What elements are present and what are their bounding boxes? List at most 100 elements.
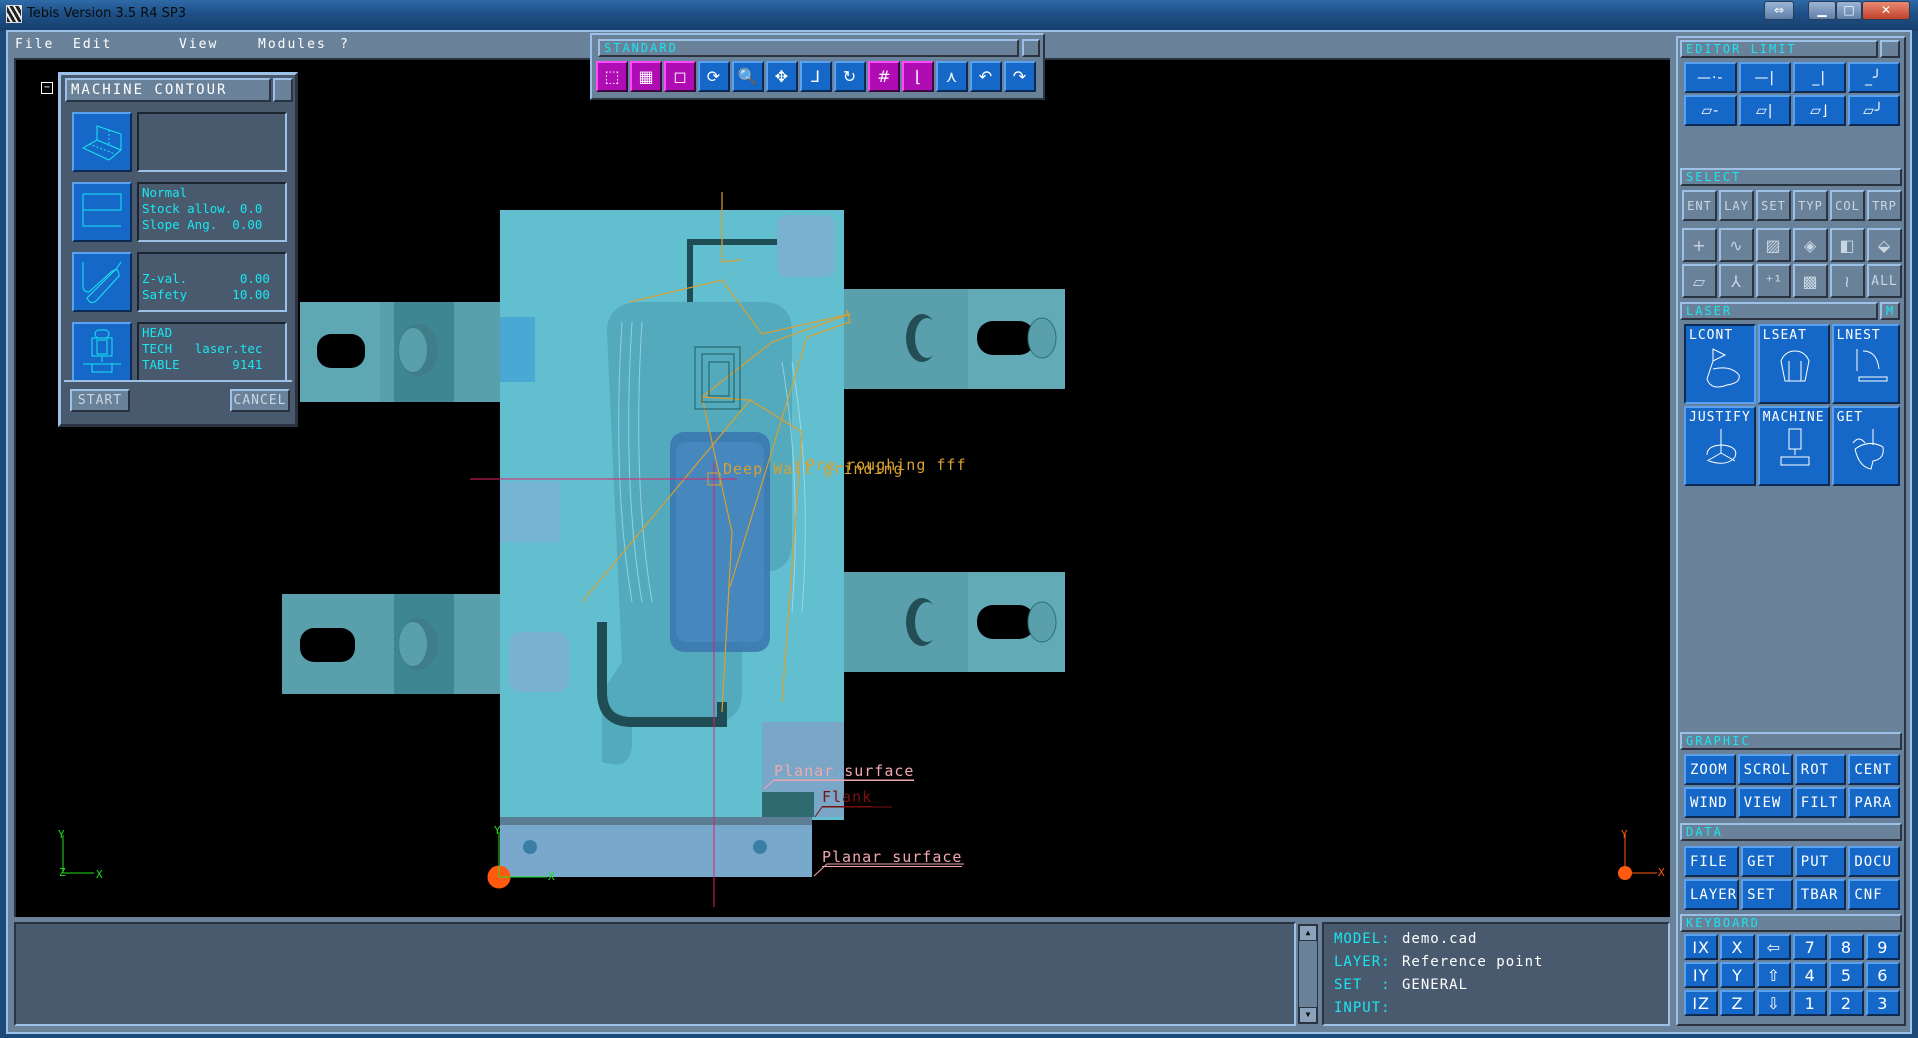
key-z[interactable]: Z — [1720, 990, 1755, 1016]
key-3[interactable]: 3 — [1865, 990, 1900, 1016]
surface-select-icon[interactable] — [72, 112, 132, 172]
select-filter-typ[interactable]: TYP — [1793, 190, 1828, 221]
select-type-mesh[interactable]: ▩ — [1793, 264, 1828, 298]
toolbar-button-wireframe-cube[interactable]: ⬚ — [596, 61, 628, 92]
toolbar-button-pan[interactable]: ✥ — [766, 61, 798, 92]
surface-label-planar-2[interactable]: Planar surface — [822, 848, 963, 867]
surface-label-flank[interactable]: Flank — [822, 788, 873, 807]
graphic-button-scrol[interactable]: SCROL — [1737, 754, 1793, 785]
toolbar-button-redo[interactable]: ↷ — [1004, 61, 1036, 92]
toolbar-button-tripod[interactable]: ⋏ — [936, 61, 968, 92]
select-type-numbered-point[interactable]: ⁺¹ — [1756, 264, 1791, 298]
data-button-tbar[interactable]: TBAR — [1794, 879, 1847, 910]
toolbar-button-frame-axis[interactable]: ⌊ — [902, 61, 934, 92]
select-type-point[interactable]: + — [1682, 228, 1717, 262]
graphic-button-view[interactable]: VIEW — [1737, 787, 1793, 818]
select-type-solid[interactable]: ⬙ — [1867, 228, 1902, 262]
close-button[interactable]: ✕ — [1862, 1, 1910, 20]
graphic-button-wind[interactable]: WIND — [1684, 787, 1736, 818]
editor-limit-button-6[interactable]: ▱| — [1738, 95, 1791, 126]
select-filter-lay[interactable]: LAY — [1719, 190, 1754, 221]
select-type-trimmed-surface[interactable]: ◈ — [1793, 228, 1828, 262]
toolbar-button-hidden-line-cube[interactable]: ◻ — [664, 61, 696, 92]
laser-button-lnest[interactable]: LNEST — [1831, 324, 1900, 404]
editor-limit-button-8[interactable]: ▱╯ — [1847, 95, 1900, 126]
dialog-title-button[interactable] — [273, 78, 293, 102]
maximize-button[interactable]: □ — [1836, 1, 1862, 20]
graphic-button-rot[interactable]: ROT — [1794, 754, 1847, 785]
data-button-get[interactable]: GET — [1741, 846, 1793, 877]
graphic-button-para[interactable]: PARA — [1848, 787, 1900, 818]
laser-button-get[interactable]: GET — [1831, 406, 1900, 486]
toolbar-button-grid[interactable]: # — [868, 61, 900, 92]
editor-limit-button-1[interactable]: —·- — [1684, 62, 1737, 93]
machine-button[interactable] — [72, 322, 132, 382]
dialog-collapse-toggle[interactable]: − — [41, 82, 53, 94]
key-5[interactable]: 5 — [1829, 962, 1864, 988]
laser-button-machine[interactable]: MACHINE — [1757, 406, 1830, 486]
key-6[interactable]: 6 — [1865, 962, 1900, 988]
start-button[interactable]: START — [70, 389, 130, 412]
operation-label-pre-roughing[interactable]: Pre-roughing fff — [806, 456, 967, 474]
menu-view[interactable]: View — [179, 37, 218, 52]
editor-limit-menu-button[interactable] — [1880, 40, 1900, 58]
laser-button-justify[interactable]: JUSTIFY — [1684, 406, 1756, 486]
surface-label-planar-1[interactable]: Planar surface — [774, 762, 915, 781]
strategy-field[interactable]: Normal Stock allow. 0.0 Slope Ang. 0.00 — [137, 182, 287, 242]
key-8[interactable]: 8 — [1829, 934, 1864, 960]
key-2[interactable]: 2 — [1829, 990, 1864, 1016]
select-type-coordinate-system[interactable]: ⅄ — [1719, 264, 1754, 298]
scroll-down-button[interactable]: ▼ — [1299, 1007, 1317, 1023]
select-type-surface-patch[interactable]: ▨ — [1756, 228, 1791, 262]
toolbar-button-zoom[interactable]: 🔍 — [732, 61, 764, 92]
data-button-set[interactable]: SET — [1741, 879, 1793, 910]
toolbar-button-undo[interactable]: ↶ — [970, 61, 1002, 92]
editor-limit-button-7[interactable]: ▱⌋ — [1793, 95, 1846, 126]
select-filter-trp[interactable]: TRP — [1867, 190, 1902, 221]
minimize-button[interactable]: ▁ — [1808, 1, 1836, 20]
data-button-file[interactable]: FILE — [1684, 846, 1740, 877]
scroll-up-button[interactable]: ▲ — [1299, 925, 1317, 941]
key-7[interactable]: 7 — [1792, 934, 1828, 960]
data-button-layer[interactable]: LAYER — [1684, 879, 1740, 910]
select-type-plane[interactable]: ▱ — [1682, 264, 1717, 298]
editor-limit-button-5[interactable]: ▱- — [1684, 95, 1737, 126]
graphic-button-zoom[interactable]: ZOOM — [1684, 754, 1736, 785]
approach-button[interactable] — [72, 252, 132, 312]
toolbar-close-button[interactable] — [1022, 39, 1040, 57]
laser-mode-indicator[interactable]: M — [1880, 302, 1900, 320]
menu-help[interactable]: ? — [340, 37, 350, 52]
switch-display-button[interactable]: ⇔ — [1764, 1, 1794, 20]
toolbar-title[interactable]: STANDARD — [598, 39, 1019, 57]
key-up-arrow[interactable]: ⇧ — [1756, 962, 1791, 988]
editor-limit-button-3[interactable]: _| — [1793, 62, 1846, 93]
laser-button-lseat[interactable]: LSEAT — [1757, 324, 1830, 404]
key-down-arrow[interactable]: ⇩ — [1756, 990, 1791, 1016]
menu-file[interactable]: File — [15, 37, 54, 52]
dialog-title[interactable]: MACHINE CONTOUR — [65, 78, 271, 102]
editor-limit-button-4[interactable]: _╯ — [1847, 62, 1900, 93]
command-input[interactable] — [1396, 999, 1656, 1017]
machine-field[interactable]: HEAD TECH laser.tec TABLE 9141 — [137, 322, 287, 382]
surface-field[interactable] — [137, 112, 287, 172]
editor-limit-button-2[interactable]: —| — [1738, 62, 1791, 93]
select-filter-set[interactable]: SET — [1756, 190, 1791, 221]
cancel-button[interactable]: CANCEL — [230, 389, 290, 412]
key-iz[interactable]: IZ — [1684, 990, 1719, 1016]
key-left-arrow[interactable]: ⇦ — [1756, 934, 1791, 960]
key-9[interactable]: 9 — [1865, 934, 1900, 960]
data-button-cnf[interactable]: CNF — [1848, 879, 1900, 910]
approach-field[interactable]: Z-val. 0.00 Safety 10.00 — [137, 252, 287, 312]
select-type-curves-bundle[interactable]: ≀ — [1830, 264, 1865, 298]
select-filter-col[interactable]: COL — [1830, 190, 1865, 221]
toolbar-button-rotate-center[interactable]: ↻ — [834, 61, 866, 92]
select-type-face[interactable]: ◧ — [1830, 228, 1865, 262]
menu-edit[interactable]: Edit — [73, 37, 112, 52]
laser-button-lcont[interactable]: LCONT — [1684, 324, 1756, 404]
toolbar-button-axis[interactable]: ⅃ — [800, 61, 832, 92]
key-y[interactable]: Y — [1720, 962, 1755, 988]
data-button-docu[interactable]: DOCU — [1848, 846, 1900, 877]
select-filter-ent[interactable]: ENT — [1682, 190, 1717, 221]
key-ix[interactable]: IX — [1684, 934, 1719, 960]
graphic-button-filt[interactable]: FILT — [1794, 787, 1847, 818]
